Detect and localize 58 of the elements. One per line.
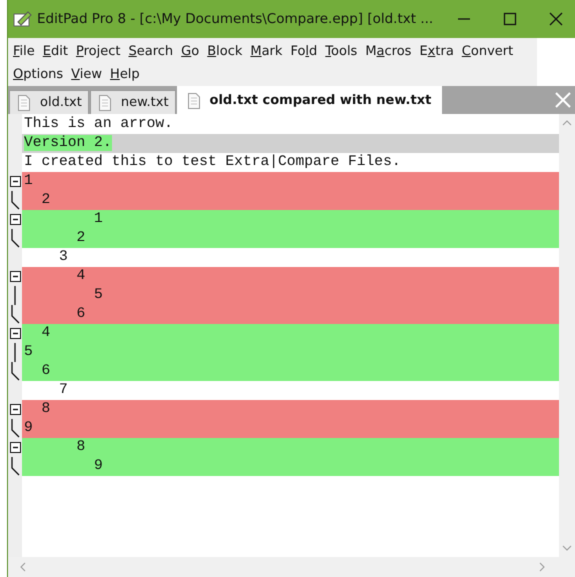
menu-item[interactable]: Mark [250,42,282,61]
maximize-icon[interactable] [503,12,517,26]
line-text: 4 [76,268,86,284]
collapse-icon[interactable] [10,271,20,282]
line-text: 8 [76,439,86,455]
fold-end-line [10,229,20,248]
fold-end-line [10,191,20,210]
line-text: 5 [93,287,103,303]
menu-item[interactable]: Project [76,42,120,61]
window-title: EditPad Pro 8 - [c:\My Documents\Compare.epp] [old.txt ... [37,11,434,27]
collapse-icon[interactable] [10,404,20,415]
document-icon [98,94,111,110]
fold-line [13,343,17,362]
fold-end-line [10,362,20,381]
collapse-icon[interactable] [10,328,20,339]
fold-end-line [10,457,20,476]
menu-item[interactable]: View [71,65,102,84]
menu-item[interactable]: Convert [462,42,514,61]
line-text: 9 [24,420,33,436]
menu-item[interactable]: Search [128,42,174,61]
collapse-icon[interactable] [10,176,20,187]
menu-item[interactable]: Edit [42,42,68,61]
tab[interactable]: new.txt [90,90,176,114]
line-text: 1 [24,173,33,189]
menu-item[interactable]: Go [181,42,200,61]
line-text: 6 [76,306,86,322]
menu-item[interactable]: Fold [290,42,318,61]
line-text: 2 [40,192,50,208]
fold-line [13,286,17,305]
line-text: 3 [58,249,68,265]
menu-item[interactable]: Help [110,65,140,84]
menu-item[interactable]: Tools [325,42,358,61]
menu-item[interactable]: Extra [419,42,454,61]
tab[interactable]: old.txt compared with new.txt [176,86,442,114]
collapse-icon[interactable] [10,214,20,225]
line-text: 8 [40,401,50,417]
menu-item[interactable]: Block [207,42,242,61]
line-text: 6 [40,363,50,379]
fold-end-line [10,305,20,324]
document-icon [18,94,30,110]
line-text: Version 2. [24,135,112,151]
line-text: 4 [40,325,50,341]
line-text: 2 [76,230,86,246]
document-icon [188,92,200,108]
line-text: 1 [93,211,103,227]
fold-end-line [10,419,20,438]
line-text: 5 [24,344,33,360]
tab[interactable]: old.txt [9,90,89,114]
line-text: This is an arrow. [24,116,173,132]
menu-item[interactable]: Options [13,65,64,84]
menu-item[interactable]: Macros [365,42,412,61]
line-text: 9 [93,458,103,474]
notepad-icon [13,10,33,28]
line-text: I created this to test Extra|Compare Files. [24,154,401,170]
collapse-icon[interactable] [10,442,20,453]
close-icon[interactable] [549,12,563,26]
line-text: 7 [58,382,68,398]
menu-item[interactable]: File [13,42,35,61]
